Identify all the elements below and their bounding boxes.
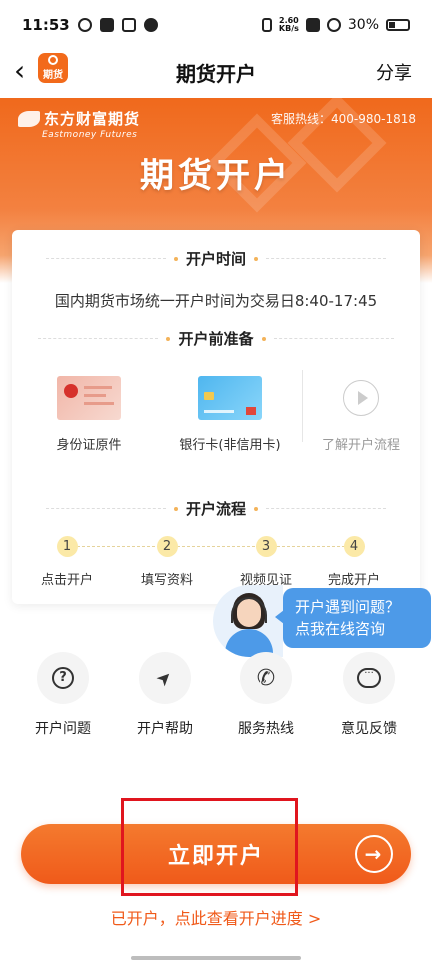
notification-icon: [77, 18, 92, 32]
bank-card-icon: [198, 376, 262, 420]
step-number: 2: [156, 536, 178, 557]
status-time: 11:53: [22, 16, 70, 34]
process-heading-text: 开户流程: [185, 500, 246, 518]
service-account-help[interactable]: ➤ 开户帮助: [115, 652, 215, 738]
battery-percent: 30%: [347, 17, 379, 33]
open-time-text: 国内期货市场统一开户时间为交易日8:40-17:45: [54, 292, 378, 310]
link-icon: [143, 18, 158, 32]
consult-bubble[interactable]: 开户遇到问题？ 点我在线咨询: [275, 588, 431, 648]
hotline-text[interactable]: 客服热线：400-980-1818: [271, 110, 416, 127]
share-button[interactable]: 分享: [376, 59, 412, 85]
id-card-icon: [57, 376, 121, 420]
service-hotline[interactable]: ✆ 服务热线: [216, 652, 316, 738]
process-step: 1 点击开户: [22, 536, 112, 588]
question-icon: ?: [37, 652, 89, 704]
status-left: 11:53: [22, 16, 158, 34]
service-label: 服务热线: [238, 721, 294, 737]
phone-glyph: ✆: [256, 665, 276, 691]
status-bar: 11:53 2.60 KB/s 30%: [0, 0, 432, 50]
prep-item-id-card: 身份证原件: [24, 370, 154, 453]
back-chevron-icon[interactable]: ‹: [14, 57, 36, 86]
net-speed-unit: KB/s: [278, 24, 299, 33]
chat-bubble-icon: ···: [343, 652, 395, 704]
process-steps: 1 点击开户 2 填写资料 3 视频见证 4 完成开户: [12, 536, 420, 588]
preparation-heading: 开户前准备: [12, 328, 420, 349]
vibrate-icon: [261, 18, 272, 32]
play-icon: [343, 380, 379, 416]
status-right: 2.60 KB/s 30%: [261, 17, 410, 33]
tiktok-icon: [99, 18, 114, 32]
banner-title: 期货开户: [140, 156, 292, 196]
sim-off-icon: [305, 18, 320, 32]
brand-logo: 东方财富期货 Eastmoney Futures: [18, 108, 140, 140]
navigation-glyph: ➤: [152, 665, 178, 691]
navigation-arrow-icon: ➤: [139, 652, 191, 704]
step-number: 4: [343, 536, 365, 557]
preparation-list: 身份证原件 银行卡(非信用卡) 了解开户流程: [12, 370, 420, 460]
chat-glyph: ···: [357, 668, 381, 688]
app-logo-text: 期货: [43, 70, 63, 81]
net-speed: 2.60 KB/s: [279, 17, 299, 33]
brand-name-en: Eastmoney Futures: [42, 130, 138, 140]
home-indicator[interactable]: [131, 956, 301, 960]
arrow-right-icon: →: [355, 835, 393, 873]
service-label: 开户问题: [35, 721, 91, 737]
app-logo-mark-icon: [48, 55, 58, 65]
step-label: 填写资料: [140, 573, 193, 588]
service-label: 意见反馈: [341, 721, 397, 737]
process-step: 3 视频见证: [221, 536, 311, 588]
step-number: 1: [56, 536, 78, 557]
consult-line-2: 点我在线咨询: [295, 620, 386, 638]
highlight-box: [121, 798, 298, 896]
service-feedback[interactable]: ··· 意见反馈: [319, 652, 419, 738]
step-number: 3: [255, 536, 277, 557]
question-glyph: ?: [52, 667, 74, 689]
online-consult-widget[interactable]: 开户遇到问题？ 点我在线咨询: [213, 585, 432, 657]
app-logo: 期货: [38, 53, 68, 83]
nav-bar: ‹ 期货 期货开户 分享: [0, 50, 432, 94]
phone-icon: ✆: [240, 652, 292, 704]
open-time-heading-text: 开户时间: [185, 250, 246, 268]
open-time-heading: 开户时间: [12, 248, 420, 269]
prep-label: 了解开户流程: [321, 438, 400, 453]
info-card: 开户时间 国内期货市场统一开户时间为交易日8:40-17:45 开户前准备 身份…: [12, 230, 420, 604]
prep-label: 身份证原件: [56, 438, 122, 453]
learn-process-button[interactable]: 了解开户流程: [296, 370, 426, 453]
consult-line-1: 开户遇到问题？: [295, 598, 401, 616]
wifi-icon: [326, 18, 341, 32]
service-shortcuts: ? 开户问题 ➤ 开户帮助 ✆ 服务热线 ··· 意见反馈: [0, 652, 432, 742]
step-label: 点击开户: [40, 573, 93, 588]
prep-item-bank-card: 银行卡(非信用卡): [165, 370, 295, 453]
process-step: 4 完成开户: [309, 536, 399, 588]
agent-avatar: [213, 585, 283, 657]
app-notification-icon: [121, 18, 136, 32]
battery-icon: [386, 19, 410, 31]
preparation-heading-text: 开户前准备: [178, 330, 254, 348]
service-account-question[interactable]: ? 开户问题: [13, 652, 113, 738]
service-label: 开户帮助: [137, 721, 193, 737]
brand-name-cn: 东方财富期货: [44, 110, 141, 128]
process-step: 2 填写资料: [122, 536, 212, 588]
prep-label: 银行卡(非信用卡): [179, 438, 281, 453]
check-progress-link[interactable]: 已开户，点此查看开户进度 >: [0, 905, 432, 929]
process-heading: 开户流程: [12, 498, 420, 519]
brand-mark-icon: [18, 110, 40, 127]
